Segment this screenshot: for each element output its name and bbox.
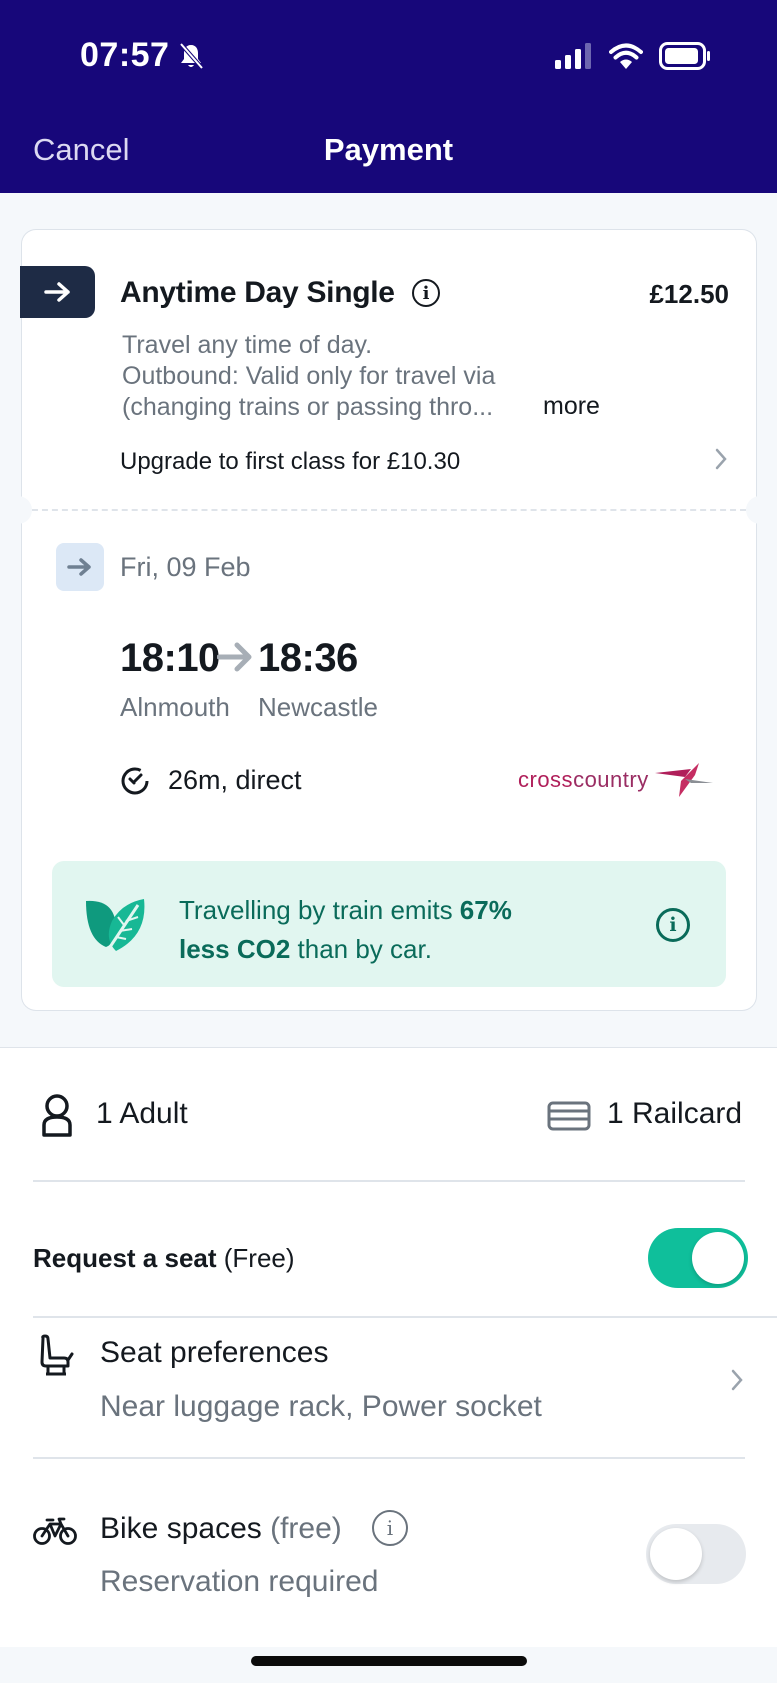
divider [33,1316,777,1318]
info-icon[interactable]: i [656,908,690,942]
person-icon [40,1093,74,1142]
bike-spaces-label: Bike spaces [100,1512,262,1545]
co2-text: Travelling by train emits [179,895,460,925]
bike-spaces-price: (free) [261,1512,342,1545]
railcard-icon [547,1101,591,1136]
info-icon[interactable]: i [412,279,440,307]
divider [33,1180,745,1182]
status-time: 07:57 [80,36,170,74]
arrival-station: Newcastle [258,692,378,722]
toggle-knob [692,1232,744,1284]
header: 07:57 Cancel Payment [0,0,777,193]
bike-spaces-toggle[interactable] [646,1524,746,1584]
divider [33,1457,745,1459]
signal-icon [555,43,593,74]
arrival-time: 18:36 [258,636,358,680]
passenger-count[interactable]: 1 Adult [96,1097,188,1131]
arrow-right-icon [56,543,104,591]
bike-spaces-title: Bike spaces (free) [100,1512,342,1546]
fare-description: Travel any time of day. Outbound: Valid … [122,330,495,423]
seat-request-price: (Free) [216,1243,295,1273]
seat-request-label: Request a seat (Free) [33,1243,295,1274]
timer-icon [119,764,151,801]
co2-banner: Travelling by train emits 67% less CO2 t… [52,861,726,987]
crosscountry-mark-icon [654,763,713,797]
operator-name-part: cross [518,767,574,792]
seat-preferences-value: Near luggage rack, Power socket [100,1390,542,1423]
upgrade-first-class-link[interactable]: Upgrade to first class for £10.30 [120,448,460,476]
seat-icon [38,1334,74,1381]
toggle-knob [650,1528,702,1580]
fare-description-line: Outbound: Valid only for travel via [122,362,496,390]
info-icon[interactable]: i [372,1510,408,1546]
ticket-perforation [22,509,756,511]
battery-icon [659,42,711,75]
bike-icon [33,1516,77,1551]
chevron-right-icon[interactable] [730,1367,744,1399]
seat-preferences-title[interactable]: Seat preferences [100,1336,328,1370]
departure-time: 18:10 [120,636,220,680]
co2-text: than by car. [290,934,432,964]
fare-price: £12.50 [649,279,729,309]
fare-name: Anytime Day Single [120,276,395,309]
fare-description-line: Travel any time of day. [122,331,373,359]
leaf-icon [82,895,148,960]
railcard-count[interactable]: 1 Railcard [607,1097,742,1131]
bike-spaces-subtitle: Reservation required [100,1565,379,1598]
more-link[interactable]: more [543,392,600,421]
fare-description-line: (changing trains or passing thro... [122,393,494,421]
co2-highlight: 67% [459,895,512,925]
wifi-icon [609,43,643,74]
arrow-right-icon [20,266,95,318]
page-title: Payment [323,132,454,167]
bell-slash-icon [178,42,204,75]
home-indicator[interactable] [251,1656,527,1666]
departure-station: Alnmouth [120,692,230,722]
journey-date: Fri, 09 Feb [120,552,251,582]
operator-name-part: country [573,767,649,792]
co2-message: Travelling by train emits 67% less CO2 t… [179,891,512,969]
operator-logo: cross country [518,761,717,799]
arrow-right-icon [216,640,255,679]
seat-request-toggle[interactable] [648,1228,748,1288]
chevron-right-icon[interactable] [714,446,728,478]
seat-request-title: Request a seat [33,1243,217,1273]
journey-duration: 26m, direct [168,765,302,795]
co2-highlight: less CO2 [179,934,291,964]
